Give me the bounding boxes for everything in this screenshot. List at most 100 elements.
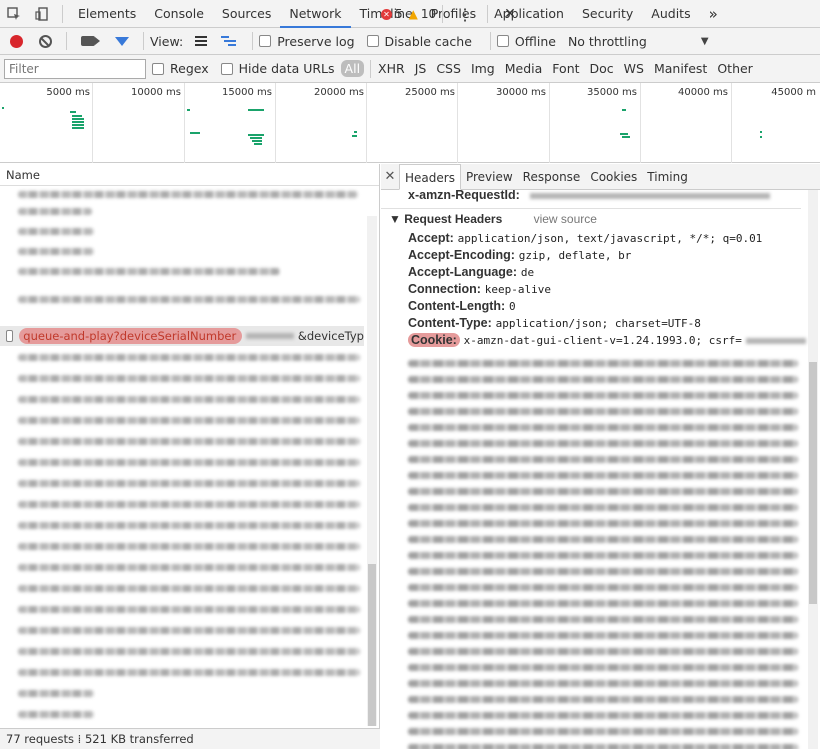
overview-bar [248, 109, 264, 111]
regex-checkbox[interactable]: Regex [152, 61, 209, 76]
list-item[interactable] [18, 711, 94, 718]
header-row: Accept-Language: de [408, 265, 534, 279]
device-mode-icon[interactable] [28, 0, 56, 28]
filter-type-media[interactable]: Media [500, 61, 548, 76]
tab-cookies[interactable]: Cookies [585, 164, 642, 190]
offline-label: Offline [514, 33, 556, 49]
list-item[interactable] [18, 417, 360, 424]
requests-scrollbar[interactable] [367, 216, 377, 726]
capture-screenshots-icon[interactable] [81, 36, 100, 46]
tab-network[interactable]: Network [280, 0, 351, 28]
list-item[interactable] [18, 248, 94, 255]
filter-type-manifest[interactable]: Manifest [649, 61, 712, 76]
list-item[interactable] [18, 296, 360, 303]
list-item[interactable] [18, 208, 92, 215]
list-item[interactable] [18, 354, 360, 361]
list-item[interactable] [18, 648, 360, 655]
record-icon[interactable] [10, 34, 23, 48]
close-devtools-icon[interactable]: ✕ [494, 6, 526, 22]
offline-checkbox[interactable]: Offline [496, 33, 556, 49]
filter-type-font[interactable]: Font [547, 61, 584, 76]
network-overview[interactable]: 5000 ms 10000 ms 15000 ms 20000 ms 25000… [0, 83, 820, 163]
kebab-menu-icon[interactable]: ⋮ [449, 5, 481, 24]
header-row: x-amzn-RequestId: [408, 190, 770, 202]
overview-gridline [457, 83, 458, 163]
clear-icon[interactable] [39, 34, 52, 48]
tab-sources[interactable]: Sources [213, 0, 280, 28]
list-item[interactable] [18, 585, 360, 592]
separator [370, 59, 372, 78]
overview-bar [187, 109, 190, 111]
throttling-select[interactable]: No throttling ▼ [568, 34, 709, 49]
name-column-header[interactable]: Name [0, 164, 379, 186]
list-item[interactable] [18, 564, 360, 571]
list-item[interactable] [18, 459, 360, 466]
list-item[interactable] [18, 522, 360, 529]
separator [252, 32, 254, 50]
redacted-line [408, 536, 798, 543]
selected-request-row[interactable]: queue-and-play?deviceSerialNumber &devic… [0, 326, 364, 346]
redacted-line [408, 456, 798, 463]
overview-bar [2, 107, 4, 109]
redacted-line [408, 600, 798, 607]
filter-type-other[interactable]: Other [712, 61, 758, 76]
filter-type-ws[interactable]: WS [619, 61, 649, 76]
filter-input[interactable] [4, 58, 146, 79]
list-item[interactable] [18, 191, 358, 198]
header-key: Content-Length: [408, 299, 506, 313]
filter-type-img[interactable]: Img [466, 61, 500, 76]
preserve-log-checkbox[interactable]: Preserve log [259, 34, 355, 49]
list-item[interactable] [18, 606, 360, 613]
view-label: View: [150, 33, 184, 49]
divider [381, 208, 801, 209]
error-counter[interactable]: ✕ 5 ▲ 10 [381, 7, 436, 21]
filter-type-all[interactable]: All [340, 60, 365, 77]
headers-scrollbar[interactable] [808, 190, 818, 749]
overview-icon[interactable] [221, 34, 237, 48]
overview-bar [620, 133, 628, 135]
filter-type-js[interactable]: JS [410, 61, 432, 76]
regex-label: Regex [170, 61, 209, 76]
checkbox-icon [6, 330, 14, 342]
list-item[interactable] [18, 268, 280, 275]
tab-headers[interactable]: Headers [399, 163, 461, 190]
large-rows-icon[interactable] [195, 34, 208, 48]
details-tab-bar: ✕ Headers Preview Response Cookies Timin… [381, 163, 820, 190]
filter-type-doc[interactable]: Doc [585, 61, 619, 76]
tab-elements[interactable]: Elements [69, 0, 145, 28]
list-item[interactable] [18, 438, 360, 445]
list-item[interactable] [18, 480, 360, 487]
list-item[interactable] [18, 690, 94, 697]
close-details-icon[interactable]: ✕ [381, 169, 399, 184]
overview-bar [760, 131, 762, 133]
overview-tick-label: 30000 ms [496, 87, 546, 98]
list-item[interactable] [18, 396, 360, 403]
filter-type-css[interactable]: CSS [431, 61, 466, 76]
header-value: de [520, 266, 535, 279]
tab-preview[interactable]: Preview [461, 164, 518, 190]
requests-list[interactable]: queue-and-play?deviceSerialNumber &devic… [0, 186, 379, 728]
headers-content: x-amzn-RequestId: ▼ Request Headers view… [381, 190, 820, 749]
filter-type-xhr[interactable]: XHR [373, 61, 410, 76]
disable-cache-checkbox[interactable]: Disable cache [366, 34, 472, 49]
list-item[interactable] [18, 375, 360, 382]
scrollbar-thumb[interactable] [368, 564, 376, 726]
overview-bar [72, 127, 84, 129]
list-item[interactable] [18, 501, 360, 508]
tab-timing[interactable]: Timing [642, 164, 693, 190]
tab-console[interactable]: Console [145, 0, 213, 28]
view-source-link[interactable]: view source [534, 212, 597, 226]
filter-icon[interactable] [115, 36, 129, 46]
overview-bar [354, 131, 357, 133]
list-item[interactable] [18, 228, 94, 235]
list-item[interactable] [18, 627, 360, 634]
tab-response[interactable]: Response [518, 164, 586, 190]
redacted-value [745, 337, 806, 344]
overview-bar [760, 136, 762, 138]
request-headers-section[interactable]: ▼ Request Headers view source [389, 212, 597, 226]
inspect-element-icon[interactable] [0, 0, 28, 28]
hide-data-urls-checkbox[interactable]: Hide data URLs [220, 61, 335, 76]
scrollbar-thumb[interactable] [809, 362, 817, 604]
list-item[interactable] [18, 669, 360, 676]
list-item[interactable] [18, 543, 360, 550]
